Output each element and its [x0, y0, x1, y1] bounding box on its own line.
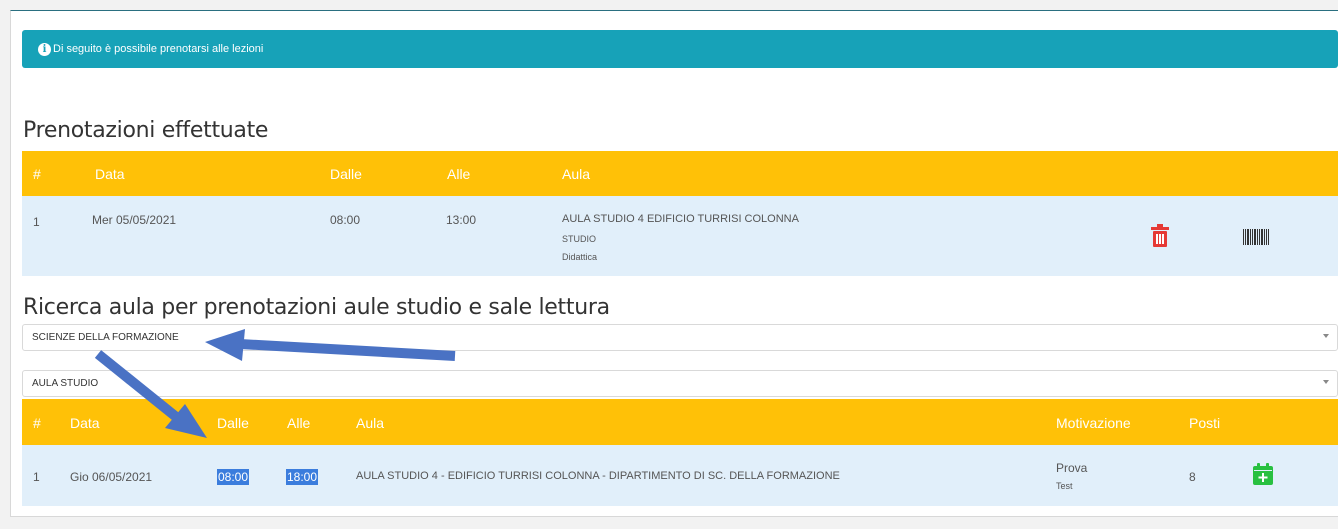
trash-icon[interactable]: [1150, 224, 1170, 251]
col-num: #: [33, 415, 41, 431]
info-icon: i: [38, 42, 51, 56]
room-type-select-value: AULA STUDIO: [32, 378, 99, 389]
booking-tipo: STUDIO: [562, 234, 597, 244]
chevron-down-icon: [1323, 334, 1329, 338]
info-alert: i Di seguito è possibile prenotarsi alle…: [22, 30, 1338, 68]
col-num: #: [33, 166, 41, 182]
result-posti: 8: [1189, 470, 1196, 484]
col-data: Data: [95, 166, 125, 182]
search-title: Ricerca aula per prenotazioni aule studi…: [23, 295, 610, 320]
department-select-value: SCIENZE DELLA FORMAZIONE: [32, 332, 179, 343]
col-alle: Alle: [287, 415, 311, 431]
results-table-header: # Data Dalle Alle Aula Motivazione Posti: [22, 399, 1338, 445]
col-alle: Alle: [447, 166, 471, 182]
col-posti: Posti: [1189, 415, 1221, 431]
bookings-title: Prenotazioni effettuate: [23, 118, 269, 143]
result-alle: 18:00: [286, 469, 319, 485]
result-motivazione-sub: Test: [1056, 481, 1073, 491]
booking-dalle: 08:00: [330, 213, 361, 227]
booking-num: 1: [33, 215, 40, 229]
bookings-table-header: # Data Dalle Alle Aula: [22, 151, 1338, 196]
col-data: Data: [70, 415, 100, 431]
calendar-plus-icon[interactable]: [1253, 463, 1273, 488]
alert-text: Di seguito è possibile prenotarsi alle l…: [53, 43, 264, 55]
result-aula: AULA STUDIO 4 - EDIFICIO TURRISI COLONNA…: [356, 470, 840, 482]
col-aula: Aula: [562, 166, 591, 182]
col-motivazione: Motivazione: [1056, 415, 1131, 431]
col-dalle: Dalle: [217, 415, 249, 431]
room-type-select[interactable]: AULA STUDIO: [22, 370, 1338, 397]
col-dalle: Dalle: [330, 166, 362, 182]
result-num: 1: [33, 470, 40, 484]
result-row: 1 Gio 06/05/2021 08:00 18:00 AULA STUDIO…: [22, 445, 1338, 506]
department-select[interactable]: SCIENZE DELLA FORMAZIONE: [22, 324, 1338, 351]
result-dalle: 08:00: [217, 469, 250, 485]
booking-row: 1 Mer 05/05/2021 08:00 13:00 AULA STUDIO…: [22, 196, 1338, 276]
booking-alle: 13:00: [446, 213, 477, 227]
booking-aula: AULA STUDIO 4 EDIFICIO TURRISI COLONNA: [562, 213, 799, 225]
col-aula: Aula: [356, 415, 385, 431]
result-date: Gio 06/05/2021: [70, 470, 153, 484]
chevron-down-icon: [1323, 380, 1329, 384]
barcode-icon[interactable]: [1243, 229, 1269, 248]
booking-categoria: Didattica: [562, 252, 598, 262]
booking-date: Mer 05/05/2021: [92, 213, 177, 227]
result-motivazione: Prova: [1056, 461, 1088, 475]
